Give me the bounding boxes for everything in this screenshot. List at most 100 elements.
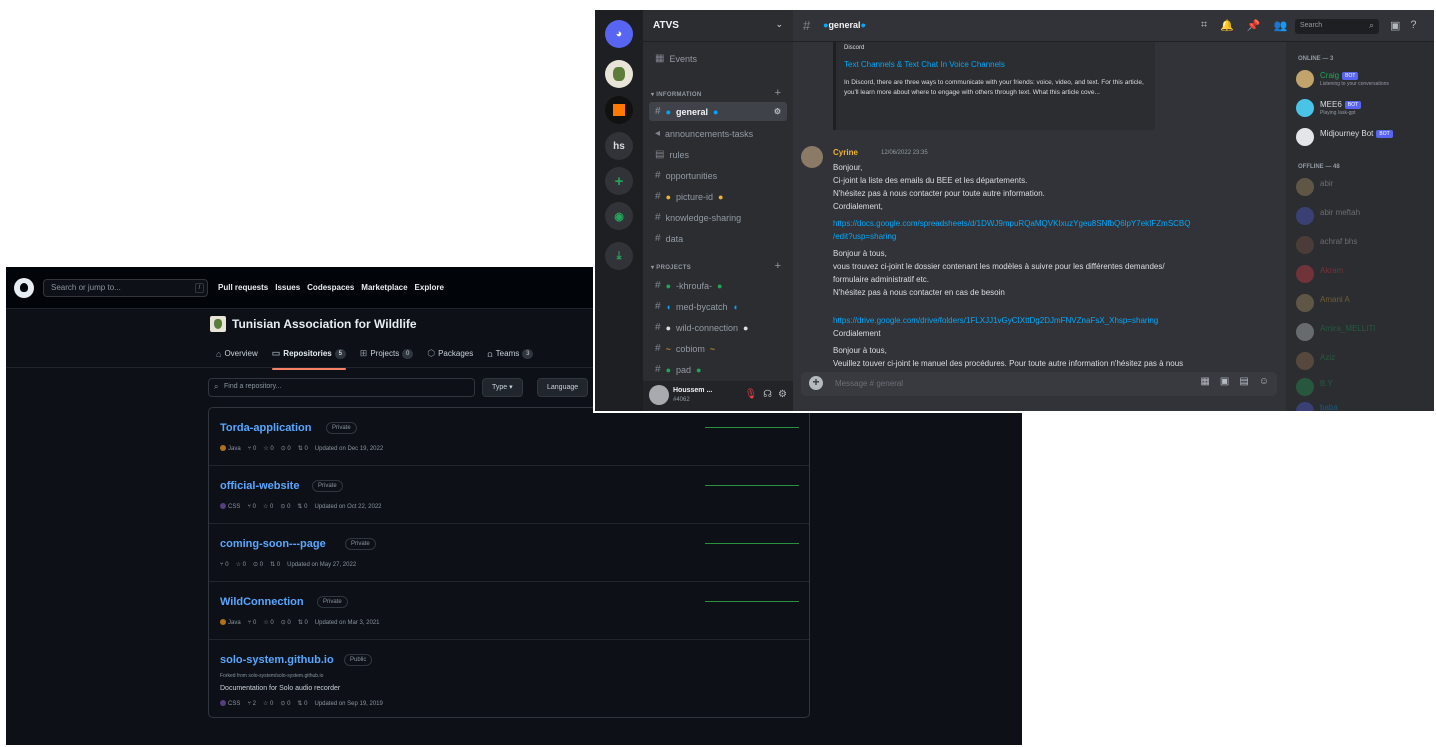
inbox-icon[interactable]: ▣ xyxy=(1390,19,1400,32)
category-information[interactable]: ▾ INFORMATION xyxy=(651,91,701,98)
member-item[interactable]: Midjourney Bot BOT xyxy=(1296,126,1434,148)
nav-explore[interactable]: Explore xyxy=(415,283,444,292)
member-item[interactable]: Craig BOT Listening to your conversations xyxy=(1296,68,1434,90)
stars[interactable]: ☆ 0 xyxy=(263,503,273,510)
server-header[interactable]: ATVS ⌄ xyxy=(643,10,793,42)
repo-name-link[interactable]: Torda-application xyxy=(220,422,311,434)
category-projects[interactable]: ▾ PROJECTS xyxy=(651,264,691,271)
pin-icon[interactable]: 📌 xyxy=(1247,19,1261,32)
tab-count: 3 xyxy=(522,348,534,359)
github-logo-icon[interactable] xyxy=(14,278,34,298)
search-input[interactable]: Search ⌕ xyxy=(1295,19,1379,34)
events-item[interactable]: ▦ Events xyxy=(649,49,787,68)
mic-muted-icon[interactable]: 🎙 xyxy=(744,389,757,400)
channel-announcements-tasks[interactable]: ◂ announcements-tasks xyxy=(649,124,787,143)
gear-icon[interactable]: ⚙ xyxy=(774,107,781,116)
download-icon[interactable]: ⤓ xyxy=(605,242,633,270)
github-search-input[interactable]: Search or jump to... / xyxy=(43,279,208,297)
member-item[interactable]: baba xyxy=(1296,400,1434,411)
message-link[interactable]: https://docs.google.com/spreadsheets/d/1… xyxy=(833,219,1191,228)
pull-requests[interactable]: ⇅ 0 xyxy=(298,619,308,626)
language: CSS xyxy=(220,503,240,510)
channel-opportunities[interactable]: # opportunities xyxy=(649,166,787,185)
message-link[interactable]: https://drive.google.com/drive/folders/1… xyxy=(833,316,1158,325)
issues[interactable]: ⊙ 0 xyxy=(281,619,291,626)
help-icon[interactable]: ? xyxy=(1410,19,1416,32)
member-item[interactable]: Aziz xyxy=(1296,350,1434,372)
settings-gear-icon[interactable]: ⚙ xyxy=(778,389,787,400)
sticker-icon[interactable]: ▤ xyxy=(1239,376,1248,387)
type-filter-button[interactable]: Type ▾ xyxy=(482,378,523,397)
channel-cobiom[interactable]: # ~ cobiom ~ xyxy=(649,339,787,358)
stars[interactable]: ☆ 0 xyxy=(263,445,273,452)
issues[interactable]: ⊙ 0 xyxy=(253,561,263,568)
channel-picture-id[interactable]: # ● picture-id ● xyxy=(649,187,787,206)
server-hs[interactable]: hs xyxy=(605,132,633,160)
channel-knowledge-sharing[interactable]: # knowledge-sharing xyxy=(649,208,787,227)
nav-issues[interactable]: Issues xyxy=(275,283,300,292)
member-item[interactable]: abir meftah xyxy=(1296,205,1434,227)
channel-khroufa[interactable]: # ● -khroufa- ● xyxy=(649,276,787,295)
message-link[interactable]: /edit?usp=sharing xyxy=(833,232,896,241)
member-item[interactable]: achraf bhs xyxy=(1296,234,1434,256)
member-item[interactable]: B.Y xyxy=(1296,376,1434,398)
channel-pad[interactable]: # ● pad ● xyxy=(649,360,787,379)
stars[interactable]: ☆ 0 xyxy=(263,700,273,707)
explore-compass-icon[interactable]: ◉ xyxy=(605,202,633,230)
add-server-button[interactable]: + xyxy=(605,167,633,195)
pull-requests[interactable]: ⇅ 0 xyxy=(297,503,307,510)
pull-requests[interactable]: ⇅ 0 xyxy=(270,561,280,568)
avatar[interactable] xyxy=(801,146,823,168)
find-repository-input[interactable]: ⌕ Find a repository... xyxy=(208,378,475,397)
member-name: Akram xyxy=(1320,266,1344,275)
message-input[interactable]: + Message # general ▦ ▣ ▤ ☺ xyxy=(801,372,1277,396)
stars[interactable]: ☆ 0 xyxy=(263,619,273,626)
forks[interactable]: ⑂ 0 xyxy=(220,562,229,568)
attach-plus-icon[interactable]: + xyxy=(809,376,823,390)
nav-codespaces[interactable]: Codespaces xyxy=(307,283,354,292)
repo-name-link[interactable]: solo-system.github.io xyxy=(220,654,334,666)
forks[interactable]: ⑂ 2 xyxy=(247,701,256,707)
pull-requests[interactable]: ⇅ 0 xyxy=(298,445,308,452)
headphones-icon[interactable]: ☊ xyxy=(763,389,772,400)
repo-name-link[interactable]: WildConnection xyxy=(220,596,304,608)
stars[interactable]: ☆ 0 xyxy=(236,561,246,568)
channel-wild-connection[interactable]: # ● wild-connection ● xyxy=(649,318,787,337)
language-filter-button[interactable]: Language xyxy=(537,378,589,397)
add-channel-icon[interactable]: + xyxy=(775,87,781,99)
channel-general[interactable]: # ● general ● ⚙ xyxy=(649,102,787,121)
repo-name-link[interactable]: coming-soon---page xyxy=(220,538,326,550)
forks[interactable]: ⑂ 0 xyxy=(248,446,257,452)
message-author[interactable]: Cyrine xyxy=(833,148,858,157)
member-item[interactable]: Akram xyxy=(1296,263,1434,285)
bell-icon[interactable]: 🔔 xyxy=(1220,19,1234,32)
member-item[interactable]: Amani A xyxy=(1296,292,1434,314)
forks[interactable]: ⑂ 0 xyxy=(248,620,257,626)
member-item[interactable]: MEE6 BOT Playing /ask-gpt xyxy=(1296,97,1434,119)
emoji-icon[interactable]: ☺ xyxy=(1259,376,1269,387)
repo-name-link[interactable]: official-website xyxy=(220,480,299,492)
threads-icon[interactable]: ⌗ xyxy=(1201,19,1207,32)
server-atvs-icon[interactable] xyxy=(605,60,633,88)
member-item[interactable]: abir xyxy=(1296,176,1434,198)
embed-title-link[interactable]: Text Channels & Text Chat In Voice Chann… xyxy=(844,60,1005,69)
forked-from-note[interactable]: Forked from solo-system/solo-system.gith… xyxy=(220,673,323,679)
issues[interactable]: ⊙ 0 xyxy=(280,700,290,707)
add-channel-icon[interactable]: + xyxy=(775,260,781,272)
channel-rules[interactable]: ▤ rules xyxy=(649,145,787,164)
member-item[interactable]: Amira_MELLITI xyxy=(1296,321,1434,343)
nav-marketplace[interactable]: Marketplace xyxy=(361,283,407,292)
nav-pull-requests[interactable]: Pull requests xyxy=(218,283,268,292)
server-orange-icon[interactable] xyxy=(605,96,633,124)
issues[interactable]: ⊙ 0 xyxy=(280,503,290,510)
discord-home-icon[interactable]: ◕ xyxy=(605,20,633,48)
gift-icon[interactable]: ▦ xyxy=(1200,376,1209,387)
members-icon[interactable]: 👥 xyxy=(1274,19,1288,32)
channel-data[interactable]: # data xyxy=(649,229,787,248)
channel-med-bycatch[interactable]: # ◖ med-bycatch ◖ xyxy=(649,297,787,316)
avatar[interactable] xyxy=(649,385,669,405)
gif-icon[interactable]: ▣ xyxy=(1220,376,1229,387)
forks[interactable]: ⑂ 0 xyxy=(247,504,256,510)
pull-requests[interactable]: ⇅ 0 xyxy=(297,700,307,707)
issues[interactable]: ⊙ 0 xyxy=(281,445,291,452)
